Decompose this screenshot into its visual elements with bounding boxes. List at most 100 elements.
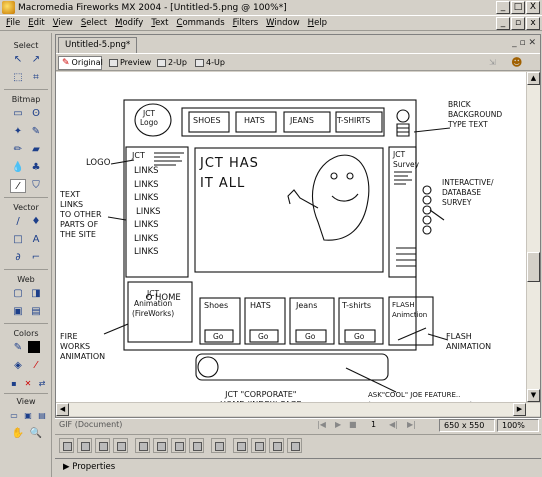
- ungroup-icon[interactable]: [77, 438, 92, 453]
- menu-select[interactable]: Select: [81, 18, 107, 28]
- preview-in-browser-icon[interactable]: ☻: [508, 56, 525, 70]
- stroke-swatch[interactable]: [28, 341, 40, 353]
- doc-minimize-button[interactable]: _: [496, 17, 510, 30]
- frame-play-icon[interactable]: ▶: [335, 420, 341, 429]
- fill-color-icon[interactable]: ◈: [10, 359, 26, 373]
- bring-forward-icon[interactable]: [135, 438, 150, 453]
- menu-edit[interactable]: Edit: [28, 18, 44, 28]
- quick-export-icon[interactable]: ⇲: [486, 56, 499, 70]
- align-icon[interactable]: [211, 438, 226, 453]
- menu-file[interactable]: File: [6, 18, 20, 28]
- frame-first-icon[interactable]: |◀: [317, 420, 326, 429]
- canvas[interactable]: LOGO JCT Logo SHOES HATS JEANS T-SHIRTS …: [56, 72, 526, 402]
- rectangle-icon[interactable]: □: [10, 233, 26, 247]
- nav-tab-jeans: JEANS: [290, 116, 314, 125]
- view-2up-button[interactable]: 2-Up: [154, 56, 190, 70]
- menu-view[interactable]: View: [53, 18, 73, 28]
- document-tab-controls[interactable]: _ ▫ ✕: [512, 38, 536, 48]
- show-slices-icon[interactable]: ▤: [28, 305, 44, 319]
- pointer-icon[interactable]: ↖: [10, 53, 26, 67]
- scroll-thumb[interactable]: [527, 252, 540, 282]
- sidebar-title: JCT: [132, 151, 145, 160]
- blur-icon[interactable]: 💧: [10, 161, 26, 175]
- scale-icon[interactable]: ⬚: [10, 71, 26, 85]
- brush-icon[interactable]: ✎: [28, 125, 44, 139]
- lasso-icon[interactable]: ʘ: [28, 107, 44, 121]
- frame-stop-icon[interactable]: ■: [349, 420, 357, 429]
- flip-vertical-icon[interactable]: [287, 438, 302, 453]
- view-original-button[interactable]: ✎ Original: [58, 56, 103, 70]
- menu-text[interactable]: Text: [151, 18, 168, 28]
- nav-tab-shoes: SHOES: [193, 116, 221, 125]
- scroll-up-icon[interactable]: ▲: [527, 72, 540, 85]
- frame-next-icon[interactable]: ▶|: [407, 420, 416, 429]
- minimize-button[interactable]: _: [496, 1, 510, 14]
- document-tab-bar: Untitled-5.png* _ ▫ ✕: [56, 35, 540, 53]
- menu-commands[interactable]: Commands: [177, 18, 225, 28]
- subselect-icon[interactable]: ↗: [28, 53, 44, 67]
- marquee-icon[interactable]: ▭: [10, 107, 26, 121]
- document-tab[interactable]: Untitled-5.png*: [58, 37, 138, 53]
- freeform-icon[interactable]: ∂: [10, 251, 26, 265]
- rotate-ccw-icon[interactable]: [233, 438, 248, 453]
- hide-slices-icon[interactable]: ▣: [10, 305, 26, 319]
- window-title: Macromedia Fireworks MX 2004 - [Untitled…: [18, 2, 287, 13]
- view-2up-label: 2-Up: [168, 58, 187, 67]
- join-icon[interactable]: [95, 438, 110, 453]
- sidebar-scribble: [154, 152, 184, 166]
- vertical-scrollbar[interactable]: ▲ ▼: [526, 72, 540, 402]
- split-icon[interactable]: [113, 438, 128, 453]
- scroll-right-icon[interactable]: ▶: [513, 403, 526, 416]
- sidebar-links-list: LINKS LINKS LINKS LINKS LINKS LINKS LINK…: [134, 165, 161, 260]
- properties-panel-header[interactable]: ▶ Properties: [55, 458, 541, 477]
- crop-icon[interactable]: ⌗: [28, 71, 44, 85]
- eyedropper-icon[interactable]: ⁄: [10, 179, 26, 193]
- rotate-cw-icon[interactable]: [251, 438, 266, 453]
- frame-prev-icon[interactable]: ◀|: [389, 420, 398, 429]
- zoom-level[interactable]: 100%: [497, 419, 539, 432]
- zoom-icon[interactable]: 🔍: [28, 427, 44, 441]
- view-4up-button[interactable]: 4-Up: [192, 56, 228, 70]
- sidebar-link: LINKS: [134, 179, 159, 190]
- menu-modify[interactable]: Modify: [115, 18, 143, 28]
- pencil-icon[interactable]: ✏: [10, 143, 26, 157]
- fireworks-app-icon[interactable]: [2, 1, 15, 14]
- pen-icon[interactable]: ♦: [28, 215, 44, 229]
- frame-number: 1: [371, 420, 377, 429]
- scroll-down-icon[interactable]: ▼: [527, 389, 540, 402]
- knife-icon[interactable]: ⌐: [28, 251, 44, 265]
- text-icon[interactable]: A: [28, 233, 44, 247]
- bring-to-front-icon[interactable]: [171, 438, 186, 453]
- paint-bucket-icon[interactable]: ⛉: [28, 179, 44, 193]
- product-tshirts-go-label: Go: [354, 332, 365, 341]
- scroll-left-icon[interactable]: ◀: [56, 403, 69, 416]
- rubber-stamp-icon[interactable]: ♣: [28, 161, 44, 175]
- eraser-icon[interactable]: ▰: [28, 143, 44, 157]
- menu-window[interactable]: Window: [266, 18, 300, 28]
- line-icon[interactable]: /: [10, 215, 26, 229]
- doc-close-button[interactable]: x: [526, 17, 540, 30]
- hotspot-icon[interactable]: ▢: [10, 287, 26, 301]
- stroke-color-icon[interactable]: ✎: [10, 341, 26, 355]
- view-preview-button[interactable]: Preview: [106, 56, 154, 70]
- doc-restore-button[interactable]: ▫: [511, 17, 525, 30]
- tools-web-header: Web: [17, 275, 35, 284]
- close-button[interactable]: X: [526, 1, 540, 14]
- maximize-button[interactable]: □: [511, 1, 525, 14]
- slice-icon[interactable]: ◨: [28, 287, 44, 301]
- group-icon[interactable]: [59, 438, 74, 453]
- magic-wand-icon[interactable]: ✦: [10, 125, 26, 139]
- view-original-label: Original: [71, 58, 103, 67]
- hand-icon[interactable]: ✋: [10, 427, 26, 441]
- menu-filters[interactable]: Filters: [233, 18, 259, 28]
- send-backward-icon[interactable]: [153, 438, 168, 453]
- send-to-back-icon[interactable]: [189, 438, 204, 453]
- flip-horizontal-icon[interactable]: [269, 438, 284, 453]
- no-color-icon[interactable]: ⁄: [28, 359, 44, 373]
- horizontal-scrollbar[interactable]: ◀ ▶: [56, 402, 540, 416]
- menu-help[interactable]: Help: [308, 18, 327, 28]
- preview-icon: [109, 59, 118, 67]
- flash-arrow: [427, 333, 449, 341]
- swap-colors-icon[interactable]: ⇄: [34, 377, 50, 391]
- full-screen-icon[interactable]: ▤: [34, 409, 50, 423]
